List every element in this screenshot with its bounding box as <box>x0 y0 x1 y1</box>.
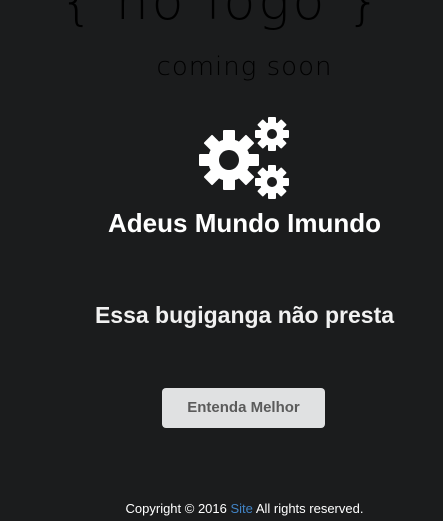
page-title: Adeus Mundo Imundo <box>108 208 381 238</box>
page-subtitle: Essa bugiganga não presta <box>94 302 395 328</box>
site-link[interactable]: Site <box>231 501 253 516</box>
rights-text: All rights reserved. <box>255 501 364 516</box>
coming-soon-text: coming soon <box>156 52 333 82</box>
learn-more-button[interactable]: Entenda Melhor <box>162 388 325 428</box>
gears-icon <box>199 117 289 199</box>
footer: Copyright © 2016 Site All rights reserve… <box>0 500 443 518</box>
copyright-text: Copyright © 2016 <box>125 501 227 516</box>
logo-placeholder: { no logo } <box>60 0 383 32</box>
